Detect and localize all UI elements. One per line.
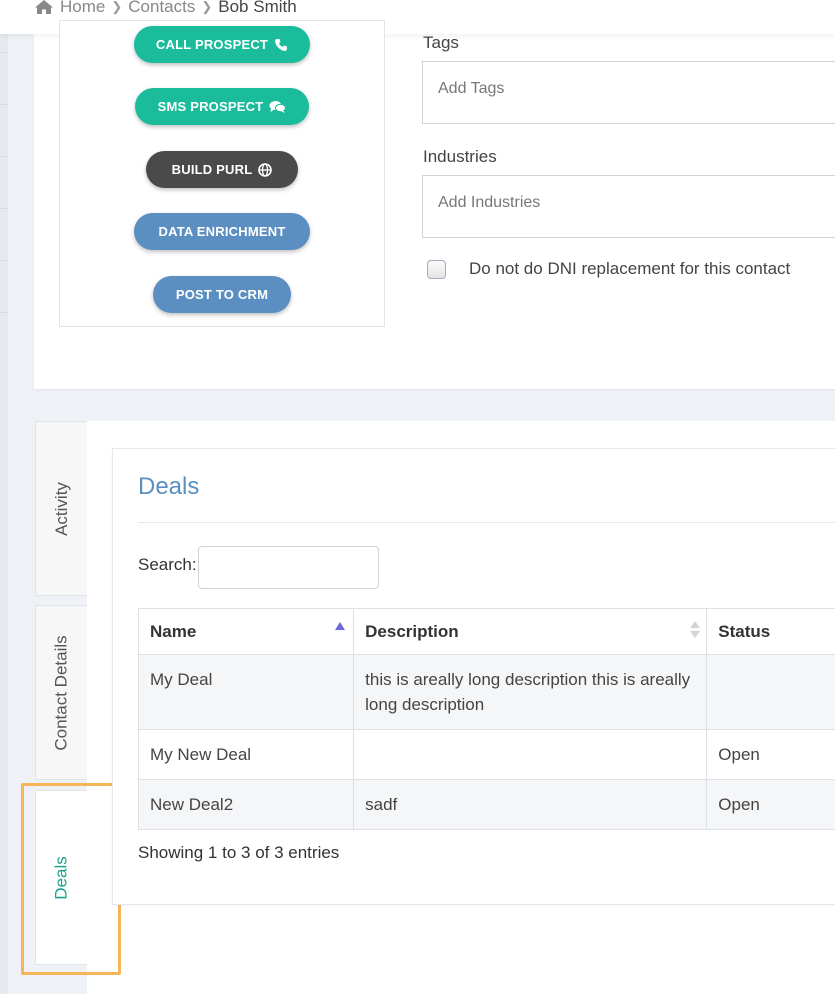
data-enrichment-button[interactable]: DATA ENRICHMENT [134, 213, 310, 250]
call-prospect-label: CALL PROSPECT [155, 37, 269, 52]
deals-divider [138, 522, 835, 523]
table-info: Showing 1 to 3 of 3 entries [138, 843, 340, 862]
industries-input[interactable]: Add Industries [422, 175, 835, 238]
tab-contact-details-label: Contact Details [51, 634, 71, 751]
tab-activity[interactable]: Activity [35, 421, 87, 596]
industries-label: Industries [423, 147, 497, 166]
column-header-description-label: Description [365, 622, 459, 641]
build-purl-button[interactable]: BUILD PURL [146, 151, 298, 188]
sort-icon [690, 621, 701, 641]
tags-label: Tags [423, 33, 459, 52]
post-to-crm-button[interactable]: POST TO CRM [153, 276, 291, 313]
deal-description-cell: sadf [353, 779, 708, 830]
industries-placeholder: Add Industries [438, 194, 541, 211]
deals-table: Name Description Status My Deal this is … [137, 608, 835, 830]
table-row[interactable]: My Deal this is areally long description… [137, 654, 835, 730]
tags-input[interactable]: Add Tags [422, 61, 835, 124]
sort-ascending-icon [335, 622, 346, 630]
phone-icon [275, 38, 288, 51]
column-header-status-label: Status [718, 622, 771, 641]
column-header-status[interactable]: Status [706, 608, 835, 655]
data-enrichment-label: DATA ENRICHMENT [158, 224, 286, 239]
column-header-name[interactable]: Name [137, 608, 355, 655]
dni-checkbox[interactable] [427, 260, 446, 279]
tab-activity-label: Activity [51, 481, 71, 536]
deal-name-cell[interactable]: New Deal2 [137, 779, 355, 830]
search-label: Search: [138, 555, 197, 574]
deal-description-cell [353, 729, 708, 780]
breadcrumb-current: Bob Smith [218, 0, 297, 16]
table-row[interactable]: New Deal2 sadf Open [137, 779, 835, 830]
left-rail [0, 0, 8, 994]
home-icon [35, 0, 53, 14]
column-header-name-label: Name [150, 622, 197, 641]
post-to-crm-label: POST TO CRM [175, 287, 269, 302]
deal-status-cell: Open [706, 779, 835, 830]
chevron-right-icon: ❯ [201, 0, 213, 14]
column-header-description[interactable]: Description [353, 608, 708, 655]
deals-title: Deals [138, 473, 200, 500]
deal-description-cell: this is areally long description this is… [353, 654, 708, 730]
sms-prospect-label: SMS PROSPECT [157, 99, 264, 114]
tab-contact-details[interactable]: Contact Details [35, 605, 87, 780]
search-input[interactable] [198, 546, 379, 589]
deal-name-cell[interactable]: My Deal [137, 654, 355, 730]
dni-checkbox-label: Do not do DNI replacement for this conta… [469, 259, 791, 278]
breadcrumb-home-link[interactable]: Home [60, 0, 105, 17]
deal-name-cell[interactable]: My New Deal [137, 729, 355, 780]
globe-icon [258, 162, 273, 177]
deal-status-cell: Open [706, 729, 835, 780]
deal-status-cell [706, 654, 835, 730]
breadcrumb-contacts-link[interactable]: Contacts [128, 0, 195, 17]
table-row[interactable]: My New Deal Open [137, 729, 835, 780]
call-prospect-button[interactable]: CALL PROSPECT [134, 26, 310, 63]
sms-prospect-button[interactable]: SMS PROSPECT [135, 88, 309, 125]
tab-deals[interactable]: Deals [35, 790, 87, 965]
tags-placeholder: Add Tags [438, 80, 505, 97]
build-purl-label: BUILD PURL [171, 162, 253, 177]
chat-icon [269, 100, 287, 113]
chevron-right-icon: ❯ [111, 0, 123, 14]
breadcrumb: Home ❯ Contacts ❯ Bob Smith [34, 0, 297, 18]
table-header-row: Name Description Status [137, 608, 835, 655]
tab-deals-label: Deals [51, 855, 71, 900]
